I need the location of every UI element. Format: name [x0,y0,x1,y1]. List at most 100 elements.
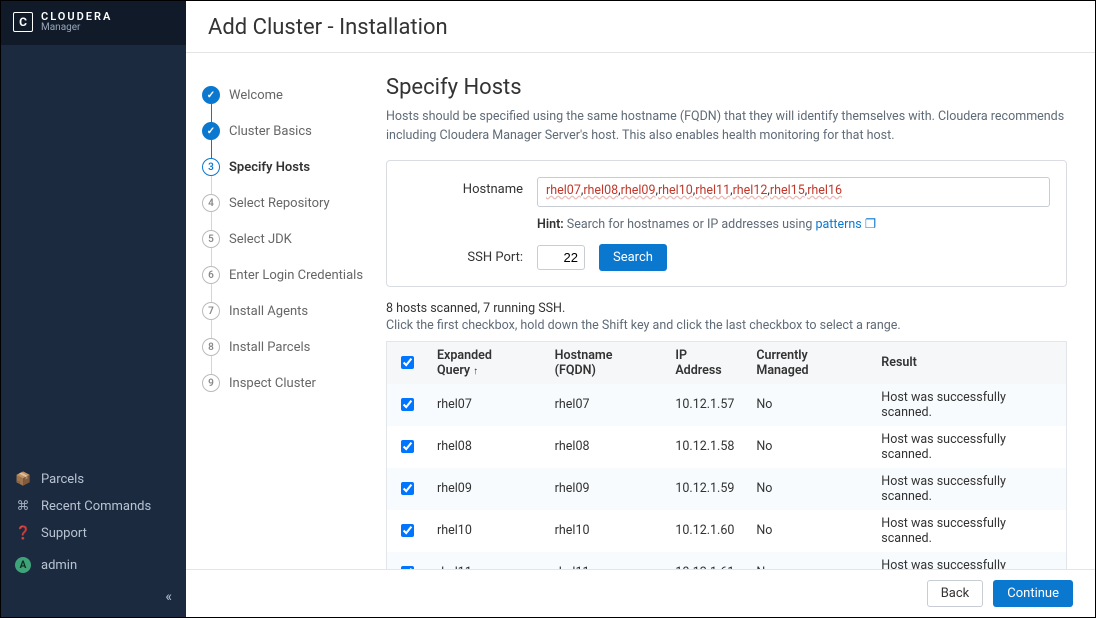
brand-subtitle: Manager [41,23,112,34]
page-header: Add Cluster - Installation [186,1,1095,53]
step-label: Inspect Cluster [229,376,316,391]
cell-hostname: rhel08 [545,426,666,468]
ssh-port-input[interactable] [537,245,585,270]
table-row: rhel11rhel1110.12.1.61NoHost was success… [387,552,1067,570]
cell-managed: No [746,468,871,510]
wizard-step-install-parcels[interactable]: 8Install Parcels [202,329,366,365]
scan-hint: Click the first checkbox, hold down the … [386,318,1067,333]
cell-hostname: rhel10 [545,510,666,552]
cell-ip: 10.12.1.58 [665,426,746,468]
wizard-step-inspect-cluster[interactable]: 9 Inspect Cluster [202,365,366,401]
page-title: Add Cluster - Installation [208,15,1073,40]
step-label: Install Parcels [229,340,310,355]
cell-managed: No [746,510,871,552]
wizard-step-enter-login-credentials[interactable]: 6 Enter Login Credentials [202,257,366,293]
panel-heading: Specify Hosts [386,75,1067,100]
step-indicator-icon: 5 [202,230,220,248]
cell-hostname: rhel11 [545,552,666,570]
row-checkbox[interactable] [401,482,414,495]
panel-help-text: Hosts should be specified using the same… [386,108,1067,146]
step-indicator-icon: 7 [202,302,220,320]
wizard-step-cluster-basics[interactable]: ✓ Cluster Basics [202,113,366,149]
brand[interactable]: C CLOUDERA Manager [1,1,186,45]
step-label: Welcome [229,88,283,103]
step-label: Select Repository [229,196,330,211]
select-all-checkbox[interactable] [401,356,414,369]
row-checkbox[interactable] [401,524,414,537]
scan-summary: 8 hosts scanned, 7 running SSH. [386,301,1067,316]
col-hostname[interactable]: Hostname (FQDN) [545,341,666,384]
wizard-step-install-agents[interactable]: 7Install Agents [202,293,366,329]
col-managed[interactable]: Currently Managed [746,341,871,384]
step-indicator-icon: ✓ [202,86,220,104]
step-indicator-icon: 9 [202,374,220,392]
cell-result: Host was successfully scanned. [871,468,1066,510]
ssh-port-label: SSH Port: [403,250,523,265]
table-row: rhel10rhel1010.12.1.60NoHost was success… [387,510,1067,552]
search-button[interactable]: Search [599,244,667,271]
cell-expanded-query: rhel10 [427,510,545,552]
cell-expanded-query: rhel11 [427,552,545,570]
sidebar-item-user[interactable]: A admin [1,551,186,579]
cell-result: Host was successfully scanned. [871,426,1066,468]
cell-expanded-query: rhel08 [427,426,545,468]
sidebar-collapse-button[interactable]: « [1,579,186,617]
wizard-step-specify-hosts[interactable]: 3Specify Hosts [202,149,366,185]
col-ip[interactable]: IP Address [665,341,746,384]
cell-ip: 10.12.1.57 [665,384,746,426]
step-indicator-icon: 3 [202,158,220,176]
main: Add Cluster - Installation ✓ Welcome ✓ Clus… [186,1,1095,617]
col-expanded-query[interactable]: Expanded Query↑ [427,341,545,384]
external-link-icon: ❐ [865,217,876,232]
hosts-table: Expanded Query↑ Hostname (FQDN) IP Addre… [386,341,1067,570]
hostname-input[interactable]: rhel07,rhel08,rhel09,rhel10,rhel11,rhel1… [537,177,1050,207]
wizard-steps: ✓ Welcome ✓ Cluster Basics 3Specify Hosts 4 Se… [186,53,366,569]
row-checkbox[interactable] [401,398,414,411]
cell-managed: No [746,384,871,426]
sidebar-item-parcels[interactable]: 📦 Parcels [1,466,186,493]
cell-hostname: rhel07 [545,384,666,426]
col-result[interactable]: Result [871,341,1066,384]
recent-commands-icon: ⌘ [15,499,31,514]
cell-managed: No [746,552,871,570]
wizard-step-select-repository[interactable]: 4 Select Repository [202,185,366,221]
avatar: A [15,557,31,573]
step-indicator-icon: 6 [202,266,220,284]
parcels-icon: 📦 [15,472,31,487]
wizard-step-welcome[interactable]: ✓ Welcome [202,77,366,113]
cell-expanded-query: rhel09 [427,468,545,510]
patterns-link[interactable]: patterns ❐ [815,217,876,232]
cell-expanded-query: rhel07 [427,384,545,426]
cell-ip: 10.12.1.60 [665,510,746,552]
brand-name: CLOUDERA [41,11,112,23]
brand-logo-icon: C [13,12,33,32]
cell-result: Host was successfully scanned. [871,552,1066,570]
step-indicator-icon: 4 [202,194,220,212]
cell-result: Host was successfully scanned. [871,384,1066,426]
sidebar-user-label: admin [41,558,77,573]
step-label: Select JDK [229,232,292,247]
step-label: Cluster Basics [229,124,312,139]
panel: Specify Hosts Hosts should be specified … [366,53,1095,569]
step-label: Enter Login Credentials [229,268,363,283]
sidebar-item-label: Parcels [41,472,84,487]
support-icon: ❓ [15,526,31,541]
cell-hostname: rhel09 [545,468,666,510]
cell-managed: No [746,426,871,468]
sidebar-item-label: Recent Commands [41,499,151,514]
table-row: rhel09rhel0910.12.1.59NoHost was success… [387,468,1067,510]
back-button[interactable]: Back [927,580,984,607]
sidebar-item-support[interactable]: ❓Support [1,520,186,547]
cell-ip: 10.12.1.59 [665,468,746,510]
sidebar: C CLOUDERA Manager 📦 Parcels ⌘ Recent Comma… [1,1,186,617]
cell-result: Host was successfully scanned. [871,510,1066,552]
wizard-step-select-jdk[interactable]: 5 Select JDK [202,221,366,257]
row-checkbox[interactable] [401,440,414,453]
sidebar-item-recent-commands[interactable]: ⌘ Recent Commands [1,493,186,520]
step-indicator-icon: ✓ [202,122,220,140]
cell-ip: 10.12.1.61 [665,552,746,570]
sort-asc-icon: ↑ [473,366,478,377]
wizard-footer: Back Continue [186,569,1095,617]
continue-button[interactable]: Continue [993,580,1073,607]
hostname-hint: Hint: Search for hostnames or IP address… [537,216,876,232]
